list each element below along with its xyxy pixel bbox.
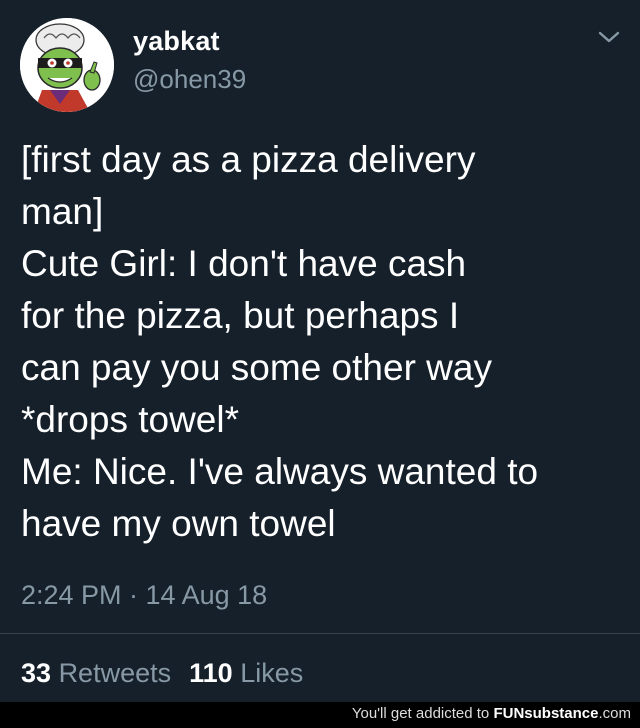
- tweet-stats: 33 Retweets 110 Likes: [21, 658, 303, 689]
- watermark-suffix: .com: [598, 705, 631, 722]
- likes-label: Likes: [240, 658, 304, 688]
- tweet-body-line: Cute Girl: I don't have cash: [21, 243, 467, 284]
- watermark-brand: FUNsubstance: [493, 705, 599, 722]
- tweet-body-line: can pay you some other way: [21, 347, 492, 388]
- tweet-card: yabkat @ohen39 [first day as a pizza del…: [0, 0, 640, 728]
- divider: [0, 633, 640, 634]
- retweets-count: 33: [21, 658, 52, 688]
- likes-stat[interactable]: 110 Likes: [189, 658, 303, 689]
- retweets-stat[interactable]: 33 Retweets: [21, 658, 171, 689]
- tweet-body-line: *drops towel*: [21, 399, 240, 440]
- retweets-label: Retweets: [58, 658, 172, 688]
- display-name[interactable]: yabkat: [133, 26, 220, 57]
- cartoon-avatar-icon: [20, 18, 114, 112]
- tweet-body: [first day as a pizza delivery man] Cute…: [21, 134, 631, 550]
- tweet-body-line: [first day as a pizza delivery: [21, 139, 476, 180]
- tweet-body-line: for the pizza, but perhaps I: [21, 295, 460, 336]
- tweet-body-line: man]: [21, 191, 104, 232]
- avatar[interactable]: [20, 18, 114, 112]
- tweet-body-line: Me: Nice. I've always wanted to: [21, 451, 539, 492]
- likes-count: 110: [189, 658, 233, 688]
- watermark-prefix: You'll get addicted to: [351, 705, 490, 722]
- tweet-body-line: have my own towel: [21, 503, 336, 544]
- chevron-down-icon[interactable]: [596, 28, 622, 46]
- watermark-bar: You'll get addicted to FUNsubstance.com: [0, 702, 640, 728]
- user-handle[interactable]: @ohen39: [133, 64, 246, 95]
- watermark: You'll get addicted to FUNsubstance.com: [352, 705, 631, 722]
- tweet-timestamp[interactable]: 2:24 PM · 14 Aug 18: [21, 580, 267, 611]
